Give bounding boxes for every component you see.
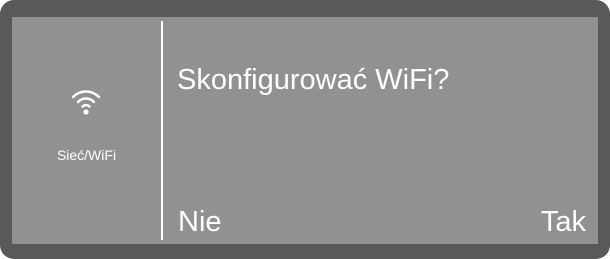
dialog-prompt: Skonfigurować WiFi? [177,64,450,96]
no-button[interactable]: Nie [178,205,222,239]
display-screen: Sieć/WiFi Skonfigurować WiFi? Nie Tak [12,17,598,244]
sidebar-label: Sieć/WiFi [56,147,117,163]
device-bezel: Sieć/WiFi Skonfigurować WiFi? Nie Tak [0,0,610,259]
sidebar: Sieć/WiFi [12,17,161,244]
yes-button[interactable]: Tak [541,205,586,239]
wifi-icon [71,90,101,115]
divider [161,21,163,240]
